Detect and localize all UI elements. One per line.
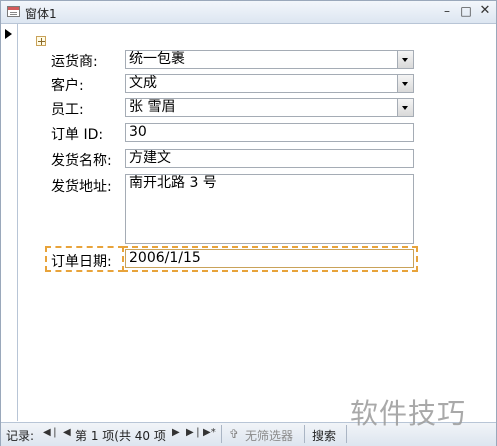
record-label: 记录: [6,429,35,443]
ship-address-field[interactable]: 南开北路 3 号 [125,174,414,244]
ship-name-value: 方建文 [129,150,171,166]
last-record-button[interactable]: ▶❘ [186,427,202,438]
ship-name-label: 发货名称: [51,153,112,169]
record-selector-icon [5,29,12,39]
restore-icon[interactable]: □ [458,3,474,19]
search-box[interactable]: 搜索 [312,427,336,444]
customer-combobox[interactable]: 文成 [125,74,414,93]
order-date-value: 2006/1/15 [129,250,201,266]
order-id-label: 订单 ID: [51,127,104,143]
close-icon[interactable]: ✕ [477,3,493,19]
new-record-button[interactable]: ▶* [203,427,216,438]
record-selector[interactable] [1,24,18,421]
watermark: 软件技巧 [350,397,467,430]
next-record-button[interactable]: ▶ [172,427,180,438]
dropdown-icon[interactable] [397,75,413,92]
filter-icon: ✞ [229,427,240,441]
order-id-value: 30 [129,124,147,140]
dropdown-icon[interactable] [397,51,413,68]
employee-combobox[interactable]: 张 雪眉 [125,98,414,117]
window-title: 窗体1 [25,7,57,21]
shipper-label: 运货商: [51,54,98,70]
previous-record-button[interactable]: ◀ [63,427,71,438]
employee-value: 张 雪眉 [129,99,176,115]
form-icon [7,6,20,17]
first-record-button[interactable]: ◀❘ [43,427,59,438]
form-body: 运货商: 统一包裹 客户: 文成 员工: 张 雪眉 订单 ID: 30 发货名称… [18,24,488,421]
customer-label: 客户: [51,78,84,94]
title-bar[interactable]: 窗体1 – □ ✕ [1,1,496,24]
employee-label: 员工: [51,102,84,118]
minimize-icon[interactable]: – [439,3,455,19]
separator [346,425,347,443]
separator [221,425,222,443]
customer-value: 文成 [129,75,157,91]
separator [304,425,305,443]
order-id-field[interactable]: 30 [125,123,414,142]
order-date-field[interactable]: 2006/1/15 [125,249,414,268]
shipper-value: 统一包裹 [129,51,185,67]
ship-address-value: 南开北路 3 号 [129,175,217,191]
record-position[interactable]: 第 1 项(共 40 项 [75,427,166,444]
shipper-combobox[interactable]: 统一包裹 [125,50,414,69]
form-window: 窗体1 – □ ✕ 运货商: 统一包裹 客户: 文成 员工: 张 雪眉 订单 I… [0,0,497,446]
ship-address-label: 发货地址: [51,179,112,195]
ship-name-field[interactable]: 方建文 [125,149,414,168]
order-date-label: 订单日期: [51,254,112,270]
dropdown-icon[interactable] [397,99,413,116]
filter-status[interactable]: 无筛选器 [245,427,293,444]
form-selector-icon[interactable] [36,36,46,46]
